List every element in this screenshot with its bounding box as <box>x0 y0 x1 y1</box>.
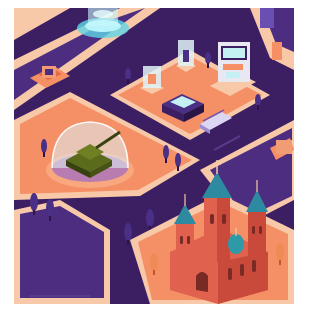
museum-display-case-icon-2 <box>176 40 196 72</box>
museum-display-case-icon <box>140 66 164 94</box>
isometric-city-scene <box>0 0 306 311</box>
city-illustration <box>0 0 306 311</box>
